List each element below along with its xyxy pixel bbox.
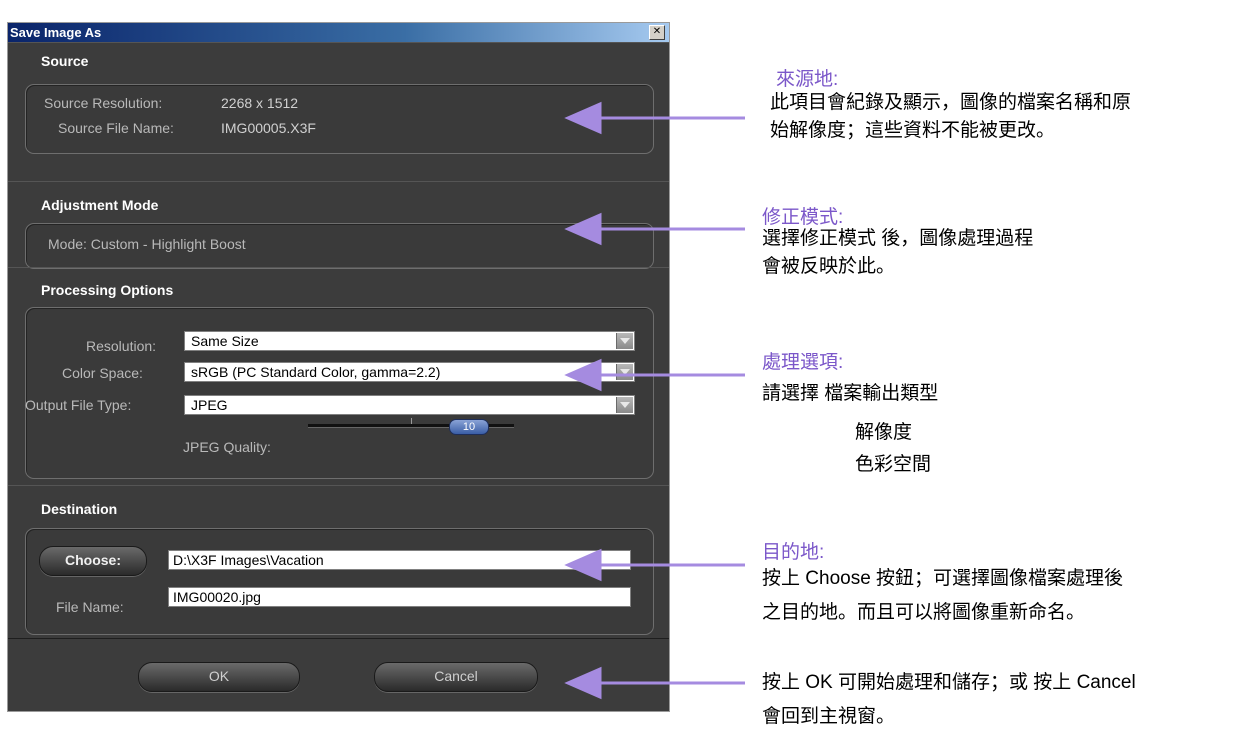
- destination-arrow-head: [564, 548, 602, 582]
- destination-annotation-title: 目的地:: [762, 542, 825, 563]
- processing-annotation-line3: 色彩空間: [855, 454, 932, 475]
- source-annotation-title: 來源地:: [776, 69, 839, 90]
- buttons-annotation-line2: 會回到主視窗。: [762, 706, 896, 727]
- processing-arrow-head: [564, 358, 602, 392]
- destination-annotation-line2: 之目的地。而且可以將圖像重新命名。: [762, 602, 1086, 623]
- destination-annotation-line1: 按上 Choose 按鈕；可選擇圖像檔案處理後: [762, 568, 1124, 589]
- adjustment-arrow-head: [564, 212, 602, 246]
- adjustment-annotation-line2: 會被反映於此。: [762, 256, 896, 277]
- adjustment-annotation-line1: 選擇修正模式 後，圖像處理過程: [762, 228, 1034, 249]
- source-annotation-line2: 始解像度；這些資料不能被更改。: [770, 120, 1056, 141]
- processing-annotation-title: 處理選項:: [762, 352, 844, 373]
- processing-annotation-line2: 解像度: [855, 422, 913, 443]
- processing-annotation-line1: 請選擇 檔案輸出類型: [762, 383, 939, 404]
- buttons-arrow-head: [564, 666, 602, 700]
- source-arrow-head: [564, 101, 602, 135]
- buttons-annotation-line1: 按上 OK 可開始處理和儲存；或 按上 Cancel: [762, 672, 1136, 693]
- source-annotation-line1: 此項目會紀錄及顯示，圖像的檔案名稱和原: [770, 92, 1132, 113]
